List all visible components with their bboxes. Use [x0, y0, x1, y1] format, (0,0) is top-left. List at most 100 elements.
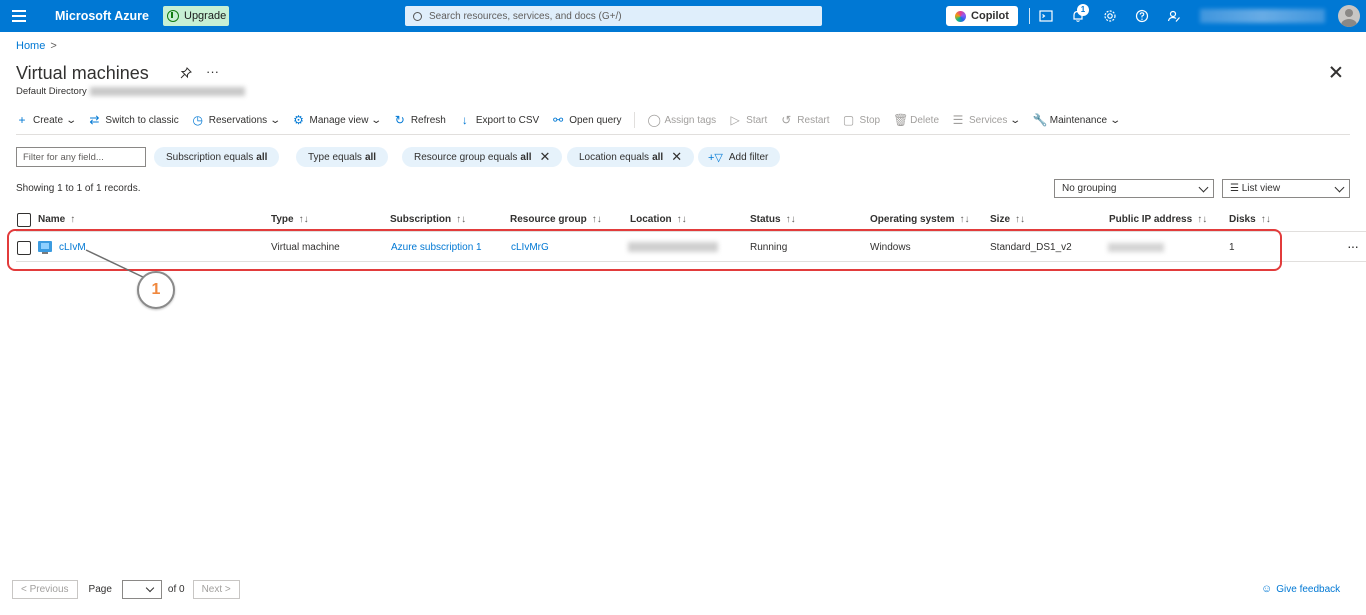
- column-header-os[interactable]: Operating system ↑↓: [870, 214, 969, 225]
- sort-icon: ↑↓: [456, 214, 467, 225]
- view-dropdown[interactable]: ☰ List view: [1222, 179, 1350, 198]
- view-value: List view: [1241, 183, 1281, 194]
- sort-icon: ↑↓: [959, 214, 970, 225]
- filter-pill-label: Type equals: [308, 151, 362, 163]
- filter-pill-location[interactable]: Location equals all ✕: [567, 147, 695, 167]
- stop-icon: ▢: [842, 113, 855, 127]
- chevron-down-icon: ⌄: [1009, 114, 1022, 126]
- cloud-shell-icon[interactable]: [1039, 9, 1053, 23]
- column-header-status[interactable]: Status ↑↓: [750, 214, 796, 225]
- more-options-icon[interactable]: ···: [206, 64, 219, 79]
- column-label: Subscription: [390, 214, 452, 225]
- play-icon: ▷: [730, 113, 740, 127]
- copilot-label: Copilot: [971, 10, 1009, 22]
- avatar[interactable]: [1338, 5, 1360, 27]
- column-label: Operating system: [870, 214, 955, 225]
- copilot-button[interactable]: Copilot: [946, 6, 1018, 26]
- sort-icon: ↑↓: [1197, 214, 1208, 225]
- filter-pill-value: all: [256, 151, 268, 163]
- row-more-options-icon[interactable]: ···: [1347, 238, 1359, 254]
- stop-button[interactable]: ▢ Stop: [842, 113, 881, 127]
- user-account-name[interactable]: [1200, 9, 1325, 23]
- column-label: Resource group: [510, 214, 587, 225]
- page-total: of 0: [167, 584, 185, 595]
- grouping-dropdown[interactable]: No grouping: [1054, 179, 1214, 198]
- column-header-resource-group[interactable]: Resource group ↑↓: [510, 214, 602, 225]
- maintenance-button[interactable]: 🔧 Maintenance ⌄: [1033, 113, 1122, 127]
- add-filter-label: Add filter: [728, 151, 769, 163]
- help-icon[interactable]: [1135, 9, 1149, 23]
- filter-pill-value: all: [364, 151, 377, 163]
- start-button[interactable]: ▷ Start: [729, 113, 768, 127]
- column-label: Public IP address: [1109, 214, 1193, 225]
- column-header-disks[interactable]: Disks ↑↓: [1229, 214, 1271, 225]
- column-header-location[interactable]: Location ↑↓: [630, 214, 687, 225]
- export-csv-button[interactable]: ↓ Export to CSV: [459, 113, 539, 127]
- callout-marker: 1: [137, 271, 175, 309]
- column-label: Disks: [1229, 214, 1256, 225]
- column-label: Status: [750, 214, 781, 225]
- manage-view-label: Manage view: [309, 114, 369, 126]
- filter-pill-label: Location equals: [579, 151, 650, 163]
- sort-icon: ↑↓: [676, 214, 687, 225]
- filter-pill-value: all: [520, 151, 532, 163]
- download-icon: ↓: [461, 113, 468, 127]
- grouping-value: No grouping: [1062, 183, 1117, 194]
- column-header-type[interactable]: Type ↑↓: [271, 214, 309, 225]
- column-header-subscription[interactable]: Subscription ↑↓: [390, 214, 466, 225]
- column-label: Size: [990, 214, 1011, 225]
- top-bar: Microsoft Azure Upgrade Search resources…: [0, 0, 1366, 32]
- refresh-icon: ↻: [394, 113, 405, 127]
- column-header-public-ip[interactable]: Public IP address ↑↓: [1109, 214, 1207, 225]
- add-filter-icon: +▽: [708, 151, 723, 164]
- list-view-icon: ☰: [1230, 183, 1242, 194]
- stop-label: Stop: [859, 114, 881, 126]
- page-label: Page: [88, 584, 112, 595]
- column-label: Location: [630, 214, 672, 225]
- chevron-down-icon: ⌄: [269, 114, 282, 126]
- column-label: Type: [271, 214, 294, 225]
- toolbar-divider-line: [16, 134, 1350, 135]
- sort-icon: ↑↓: [1260, 214, 1271, 225]
- delete-button[interactable]: 🗑 Delete: [893, 113, 939, 127]
- filter-pill-value: all: [652, 151, 664, 163]
- add-filter-button[interactable]: +▽ Add filter: [698, 147, 781, 167]
- callout-connector: [85, 249, 146, 279]
- refresh-button[interactable]: ↻ Refresh: [394, 113, 446, 127]
- page-number-select[interactable]: [121, 580, 162, 599]
- assign-tags-button[interactable]: ◯ Assign tags: [647, 113, 716, 127]
- give-feedback-link[interactable]: ☺ Give feedback: [1261, 583, 1340, 595]
- list-icon: ☰: [952, 113, 964, 127]
- chevron-down-icon: ⌄: [370, 114, 383, 126]
- chevron-down-icon: ⌄: [1109, 114, 1122, 126]
- remove-filter-icon[interactable]: ✕: [671, 149, 682, 165]
- assign-tags-label: Assign tags: [664, 114, 717, 126]
- restart-label: Restart: [797, 114, 830, 126]
- pagination: < Previous Page of 0 Next >: [12, 580, 240, 599]
- sort-icon: ↑↓: [785, 214, 796, 225]
- column-header-size[interactable]: Size ↑↓: [990, 214, 1025, 225]
- previous-page-button[interactable]: < Previous: [12, 580, 78, 599]
- open-query-button[interactable]: ⚯ Open query: [552, 113, 621, 127]
- manage-view-button[interactable]: ⚙ Manage view ⌄: [293, 113, 383, 127]
- settings-icon[interactable]: [1103, 9, 1117, 23]
- query-icon: ⚯: [553, 113, 564, 127]
- global-search-input[interactable]: Search resources, services, and docs (G+…: [405, 6, 822, 26]
- reservations-label: Reservations: [208, 114, 268, 126]
- close-icon[interactable]: [1329, 65, 1343, 79]
- start-label: Start: [746, 114, 768, 126]
- filter-pill-type[interactable]: Type equals all: [296, 147, 389, 167]
- maintenance-label: Maintenance: [1049, 114, 1108, 126]
- reservations-button[interactable]: ◷ Reservations ⌄: [192, 113, 282, 127]
- restart-icon: ↺: [781, 113, 792, 127]
- feedback-icon[interactable]: [1167, 9, 1181, 23]
- filter-pill-resource-group[interactable]: Resource group equals all ✕: [402, 147, 563, 167]
- next-page-button[interactable]: Next >: [192, 580, 240, 599]
- give-feedback-label: Give feedback: [1276, 583, 1341, 595]
- restart-button[interactable]: ↺ Restart: [780, 113, 829, 127]
- services-button[interactable]: ☰ Services ⌄: [952, 113, 1022, 127]
- remove-filter-icon[interactable]: ✕: [540, 149, 551, 165]
- chevron-down-icon: [145, 583, 155, 593]
- tag-icon: ◯: [647, 113, 661, 127]
- notification-badge: 1: [1077, 4, 1089, 16]
